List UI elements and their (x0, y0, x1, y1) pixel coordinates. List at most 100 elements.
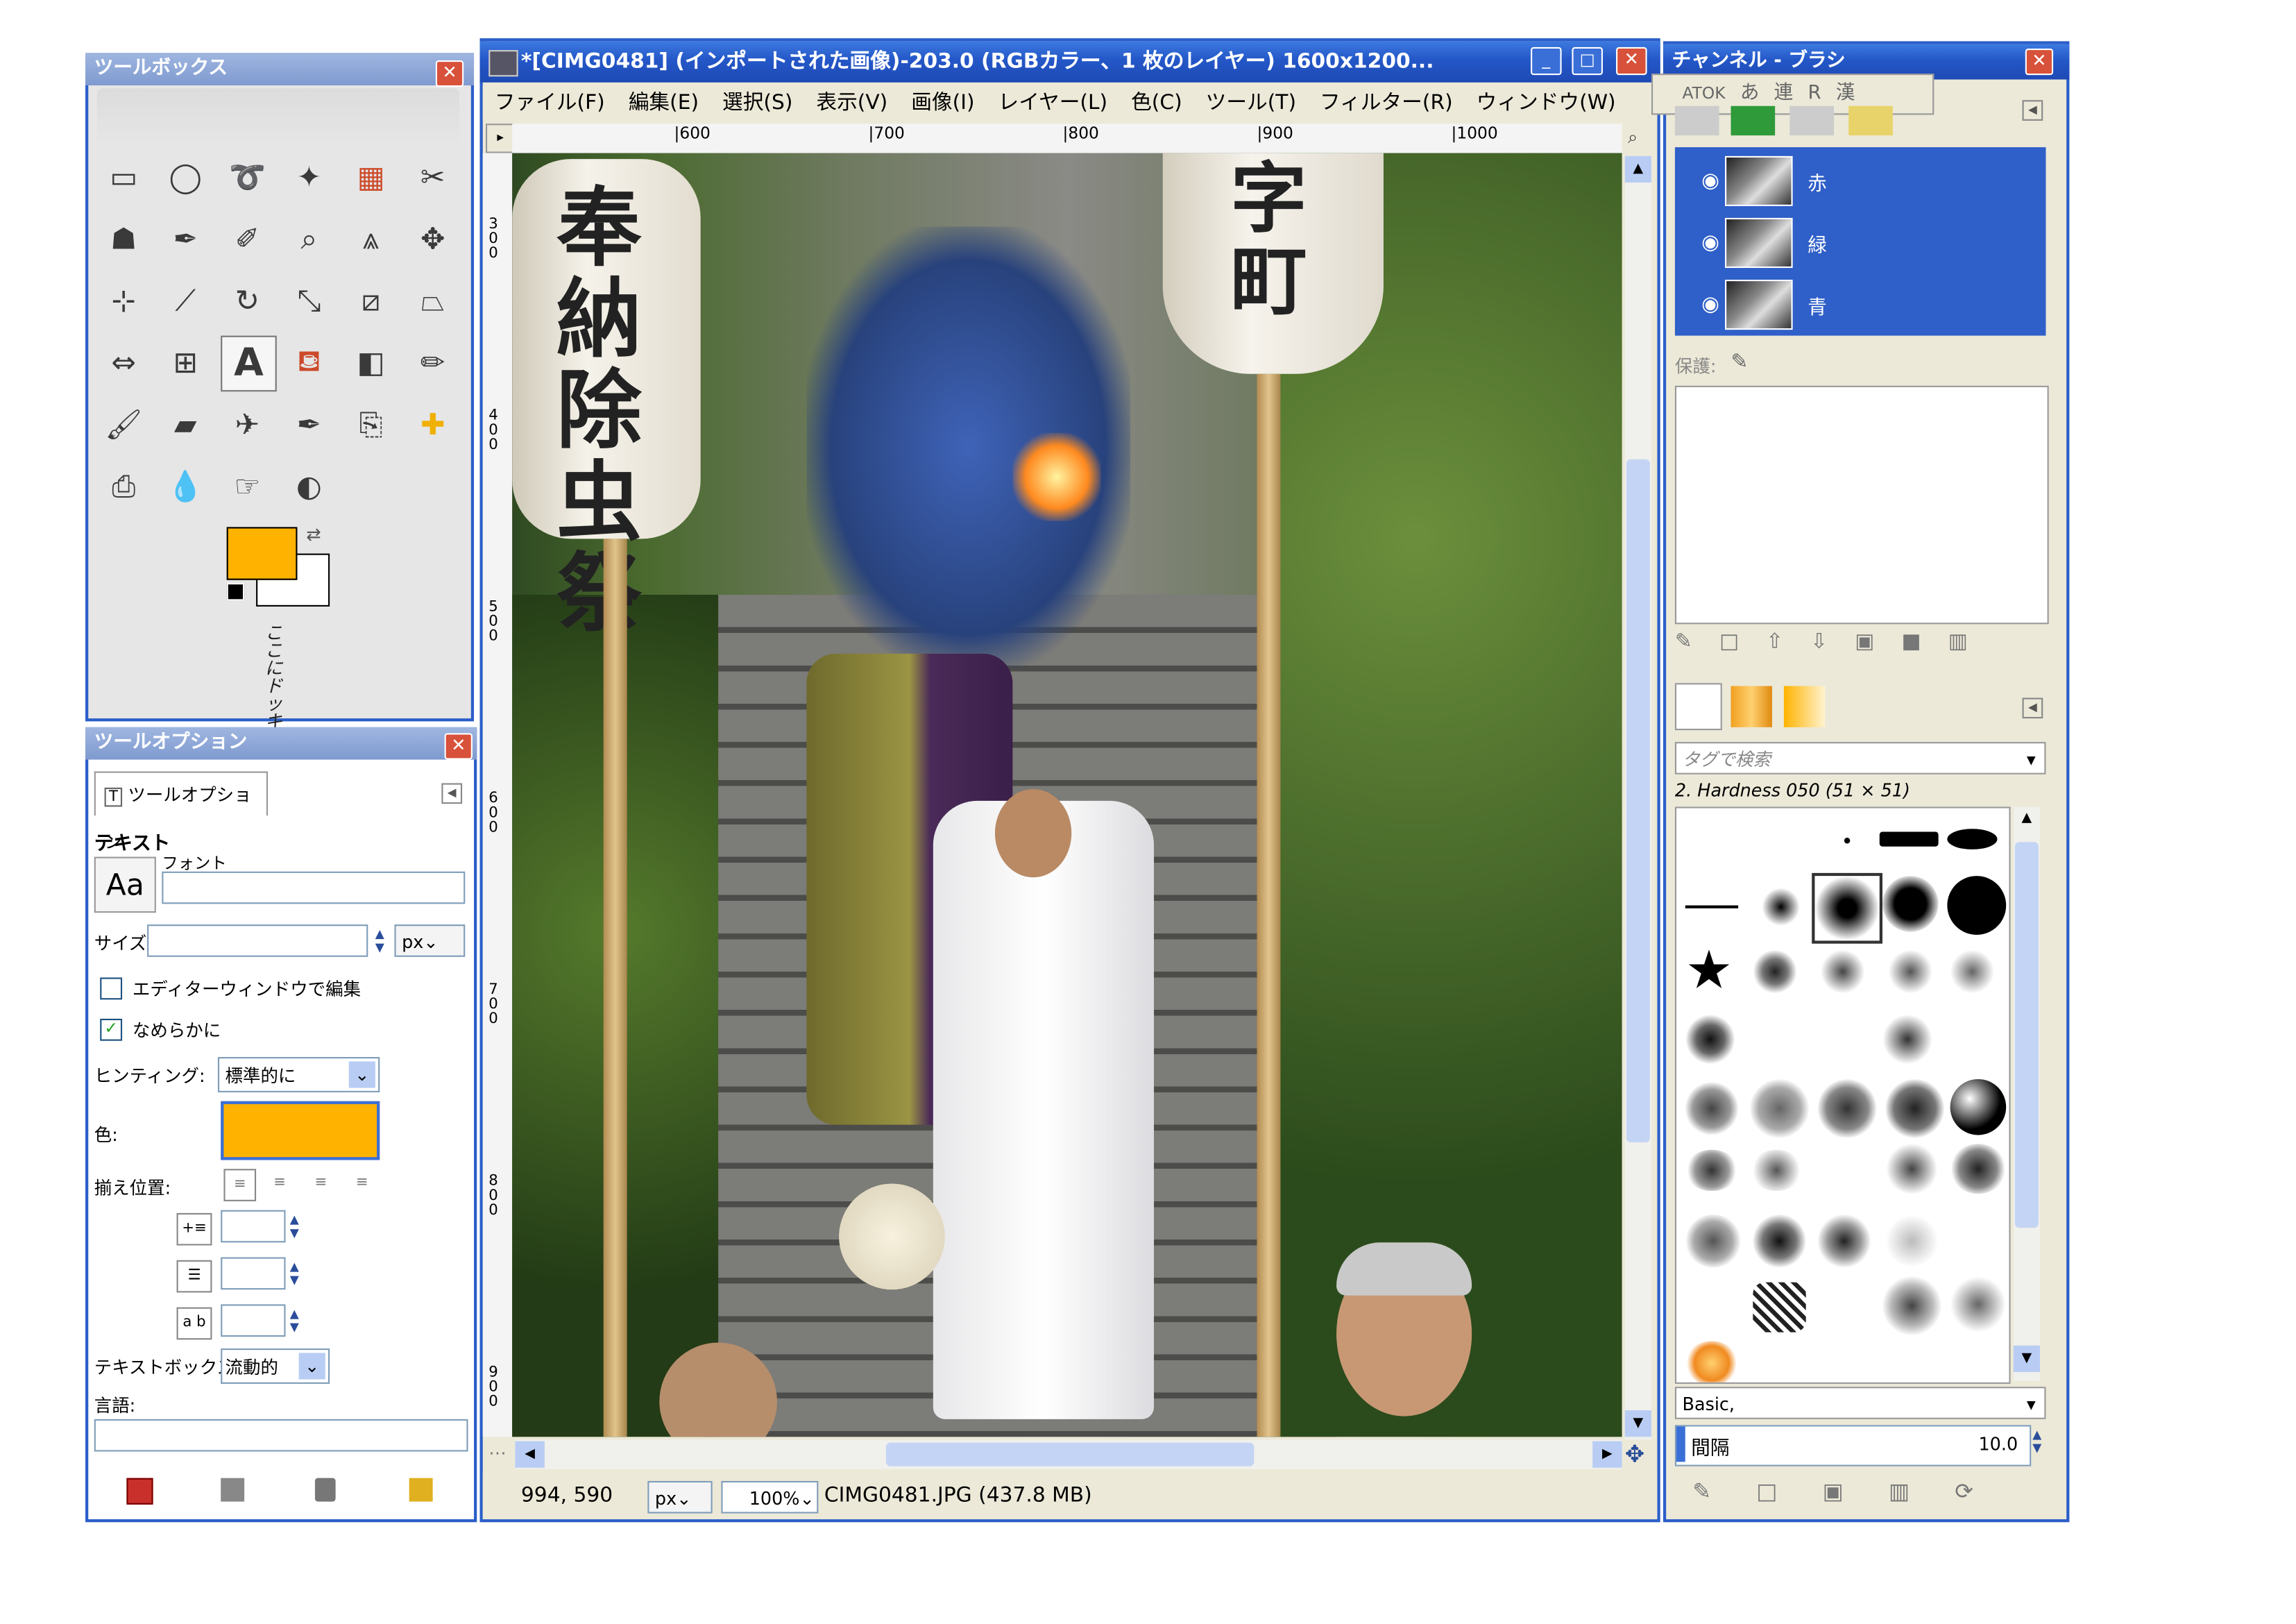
shear-tool-icon[interactable]: ⧄ (344, 274, 397, 327)
blur-tool-icon[interactable]: 💧 (159, 459, 212, 512)
foreground-select-tool-icon[interactable]: ☗ (97, 212, 150, 264)
menu-item-1[interactable]: 編集(E) (629, 92, 699, 115)
spacing-slider[interactable]: 間隔 10.0 (1674, 1425, 2032, 1466)
textbox-select[interactable]: 流動的 ⌄ (221, 1348, 330, 1384)
dock-tab-layers[interactable] (1674, 105, 1719, 136)
airbrush-tool-icon[interactable]: ✈ (221, 398, 273, 450)
align-tool-icon[interactable]: ⊹ (97, 274, 150, 327)
reset-options-icon[interactable] (409, 1478, 433, 1502)
dock-tab-channels[interactable] (1730, 105, 1776, 136)
dock-tab-undo[interactable] (1848, 105, 1893, 136)
brush-texture-21[interactable] (1882, 1276, 1941, 1335)
size-spin[interactable]: ▲ ▼ (371, 927, 389, 954)
antialias-checkbox[interactable]: ✓ (100, 1018, 123, 1041)
paths-tool-icon[interactable]: ✒ (159, 212, 212, 264)
menu-item-4[interactable]: 画像(I) (911, 92, 974, 115)
channels-close-button[interactable]: ✕ (2025, 48, 2054, 76)
pencil-tool-icon[interactable]: ✏ (406, 336, 459, 389)
vertical-scrollbar[interactable]: ▲ ▼ (1624, 155, 1651, 1440)
text-tool-icon[interactable]: A (221, 335, 277, 392)
dock-menu-icon[interactable]: ◂ (2022, 100, 2043, 121)
brush-texture-4[interactable] (1950, 949, 1995, 994)
brush-scroll-down[interactable]: ▼ (2013, 1345, 2040, 1372)
gradient-tab[interactable] (1783, 686, 1826, 727)
paintbrush-tool-icon[interactable]: 🖌 (97, 398, 150, 450)
cage-tool-icon[interactable]: ⊞ (159, 336, 212, 389)
menu-item-6[interactable]: 色(C) (1131, 92, 1182, 115)
scroll-down-button[interactable]: ▼ (1624, 1410, 1651, 1437)
size-unit-select[interactable]: px⌄ (394, 924, 466, 957)
move-tool-icon[interactable]: ✥ (406, 212, 459, 264)
eye-icon[interactable]: ◉ (1701, 293, 1719, 316)
default-colors-icon[interactable] (226, 582, 245, 601)
swap-colors-icon[interactable]: ⇄ (306, 524, 321, 545)
tag-search-select[interactable]: タグで検索 ▾ (1674, 742, 2046, 775)
ime-item-2[interactable]: 連 (1774, 83, 1794, 105)
tool-options-tab[interactable]: T ツールオプション (94, 771, 269, 852)
brush-texture-9[interactable] (1817, 1079, 1877, 1138)
eye-icon[interactable]: ◉ (1701, 169, 1719, 193)
line-spacing-input[interactable] (221, 1257, 286, 1290)
free-select-tool-icon[interactable]: ➰ (221, 150, 273, 203)
color-picker-tool-icon[interactable]: ✐ (221, 212, 273, 264)
ime-item-3[interactable]: R (1808, 83, 1821, 105)
scissors-tool-icon[interactable]: ✂ (406, 150, 459, 203)
quickmask-icon[interactable]: ⋯ (488, 1443, 506, 1464)
bucket-fill-tool-icon[interactable]: ⛾ (282, 336, 335, 389)
tool-options-close-button[interactable]: ✕ (444, 733, 473, 760)
brush-texture-22[interactable] (1950, 1276, 2007, 1333)
brush-dock-menu-icon[interactable]: ◂ (2022, 697, 2043, 719)
crop-tool-icon[interactable]: ⟋ (159, 274, 212, 327)
eraser-tool-icon[interactable]: ▰ (159, 398, 212, 450)
brush-texture-6[interactable] (1882, 1014, 1933, 1065)
hinting-select[interactable]: 標準的に ⌄ (217, 1057, 380, 1092)
brush-texture-23[interactable] (1685, 1341, 1739, 1382)
vertical-scroll-thumb[interactable] (1626, 459, 1650, 1143)
brush-texture-2[interactable] (1820, 949, 1865, 994)
fuzzy-select-tool-icon[interactable]: ✦ (282, 150, 335, 203)
brush-pixel[interactable] (1844, 837, 1851, 844)
eye-icon[interactable]: ◉ (1701, 231, 1719, 255)
brush-texture-1[interactable] (1753, 949, 1797, 994)
color-select-tool-icon[interactable]: ▦ (344, 150, 397, 203)
brush-texture-11[interactable] (1950, 1079, 2007, 1135)
toolbox-close-button[interactable]: ✕ (435, 60, 464, 87)
pattern-tab[interactable] (1730, 686, 1772, 727)
line-spacing-spin[interactable]: ▲ ▼ (286, 1260, 303, 1287)
tab-menu-icon[interactable]: ◂ (441, 783, 463, 804)
scroll-left-button[interactable]: ◀ (515, 1441, 545, 1468)
menu-item-0[interactable]: ファイル(F) (495, 92, 605, 115)
ime-item-4[interactable]: 漢 (1836, 83, 1855, 105)
brush-texture-5[interactable] (1685, 1014, 1735, 1065)
rect-select-tool-icon[interactable]: ▭ (97, 150, 150, 203)
brush-hard-large[interactable] (1947, 876, 2007, 935)
menu-item-5[interactable]: レイヤー(L) (998, 92, 1108, 115)
brush-hardness-050[interactable] (1812, 872, 1883, 944)
size-input[interactable] (147, 924, 368, 957)
flip-tool-icon[interactable]: ⇔ (97, 336, 150, 389)
brush-ellipse[interactable] (1947, 829, 1998, 849)
ruler-corner[interactable]: ▸ (485, 124, 516, 153)
letter-spacing-spin[interactable]: ▲ ▼ (286, 1308, 303, 1334)
scroll-right-button[interactable]: ▶ (1592, 1441, 1622, 1468)
font-input[interactable] (162, 871, 466, 904)
menu-item-8[interactable]: フィルター(R) (1320, 92, 1453, 115)
tool-options-titlebar[interactable]: ツールオプション (85, 727, 477, 760)
menu-item-3[interactable]: 表示(V) (816, 92, 887, 115)
menu-item-2[interactable]: 選択(S) (722, 92, 792, 115)
text-color-button[interactable] (221, 1101, 380, 1160)
editor-checkbox[interactable] (100, 977, 123, 1000)
spacing-spin[interactable]: ▲ ▼ (2028, 1428, 2046, 1455)
brush-texture-19[interactable] (1885, 1214, 1939, 1268)
zoom-tool-icon[interactable]: ⌕ (282, 212, 335, 264)
maximize-button[interactable]: □ (1572, 46, 1603, 76)
channel-row[interactable]: ◉ 赤 (1687, 153, 2040, 210)
brush-texture-8[interactable] (1750, 1079, 1809, 1138)
brush-texture-13[interactable] (1750, 1149, 1803, 1192)
brush-scrollbar[interactable]: ▲ ▼ (2013, 806, 2040, 1381)
ink-tool-icon[interactable]: ✒ (282, 398, 335, 450)
justify-center-button[interactable]: ≡ (306, 1169, 335, 1198)
delete-options-icon[interactable] (314, 1478, 336, 1502)
channel-row[interactable]: ◉ 青 (1687, 277, 2040, 333)
brush-soft-large[interactable] (1882, 876, 1939, 932)
